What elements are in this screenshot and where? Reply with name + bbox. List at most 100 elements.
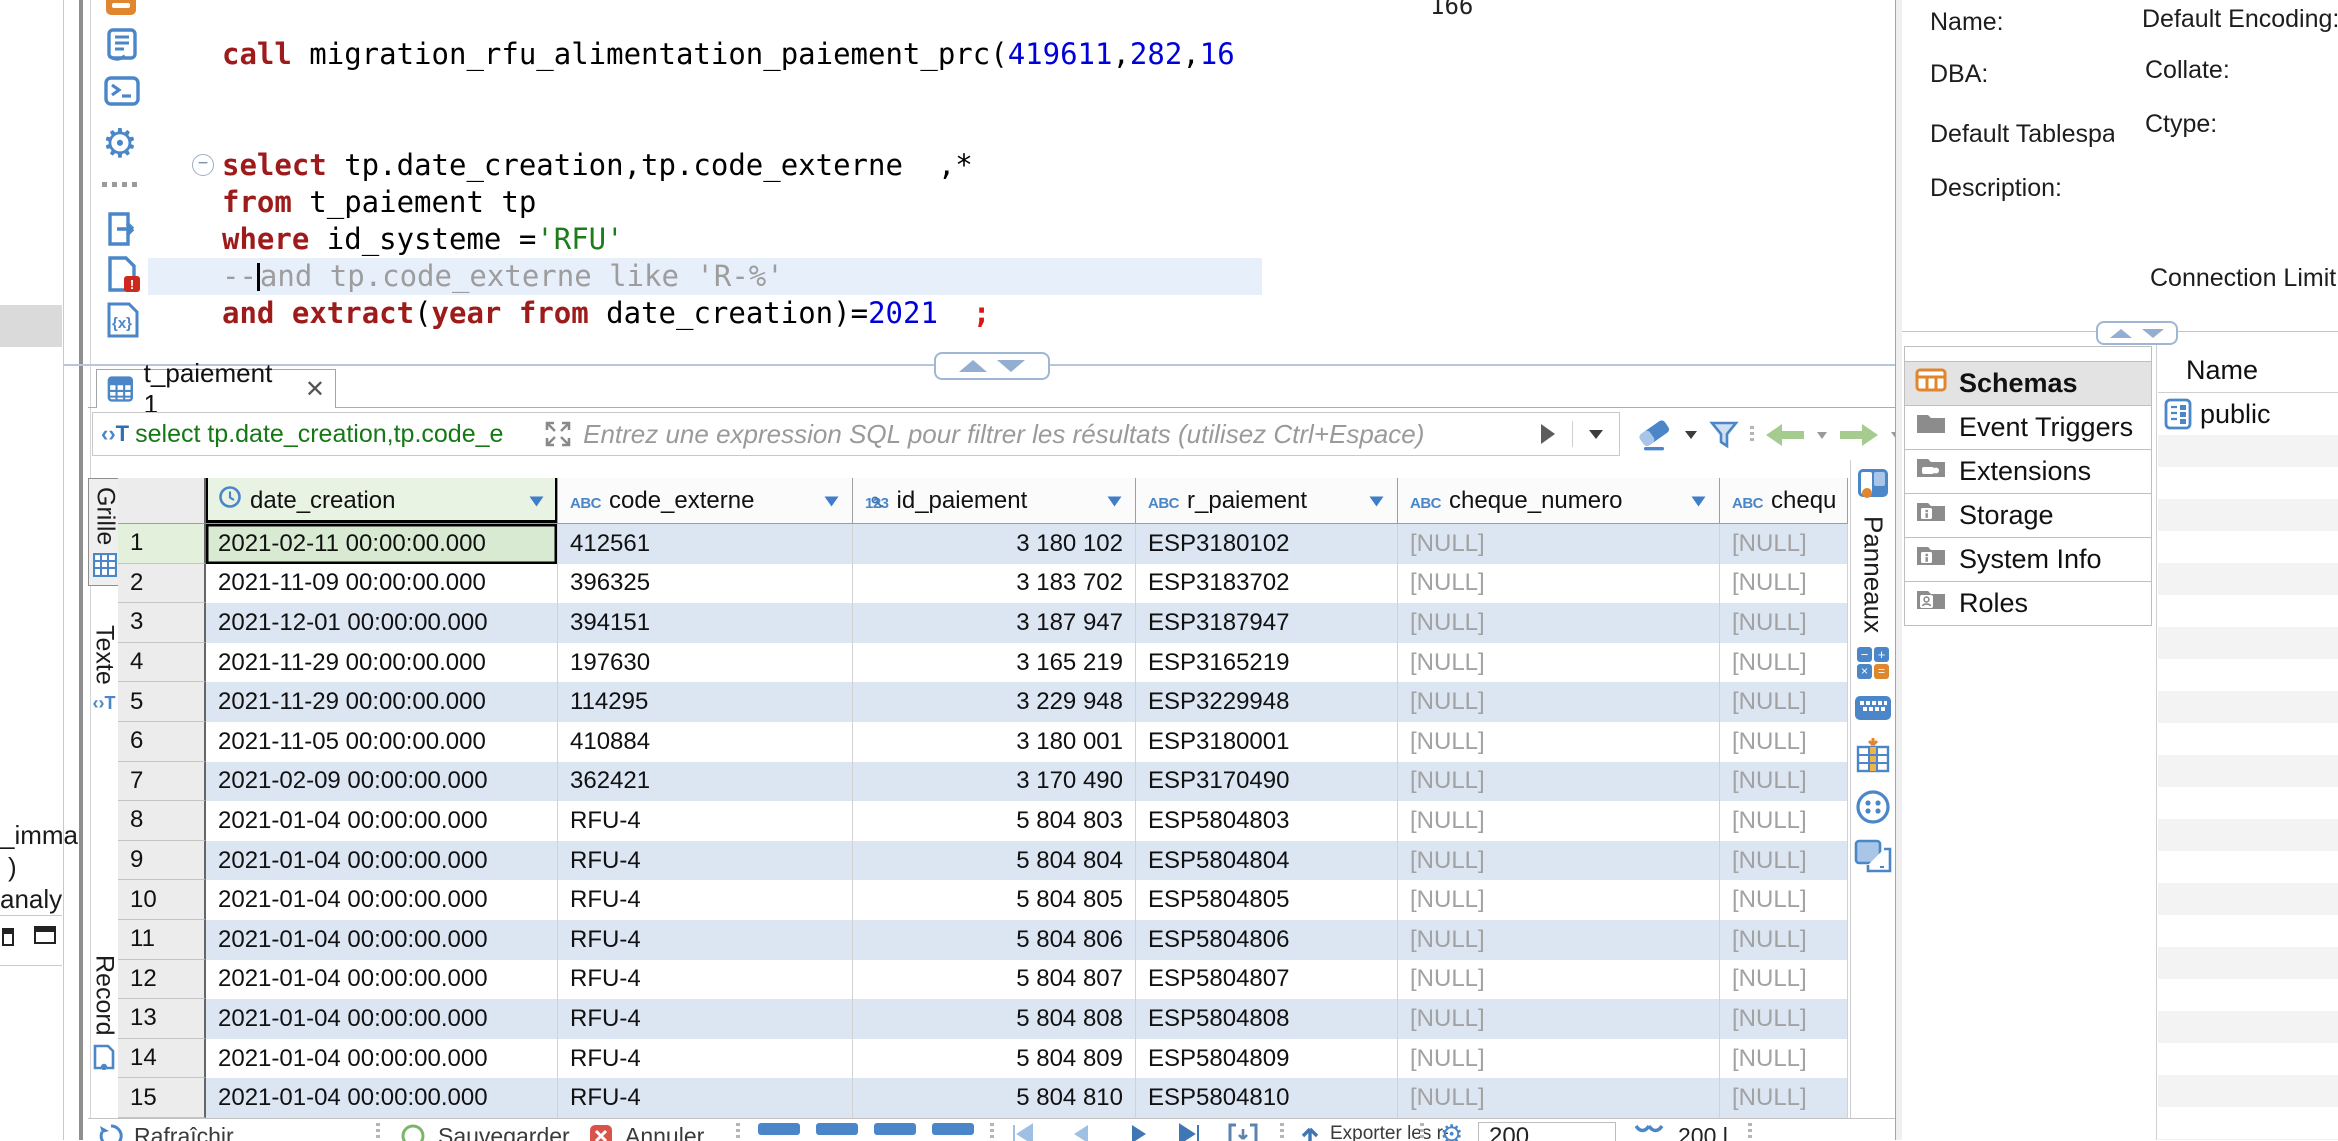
data-cell[interactable]: ESP3170490 [1136, 762, 1398, 802]
data-cell[interactable]: RFU-4 [558, 999, 853, 1039]
nav-item-roles[interactable]: Roles [1904, 581, 2152, 626]
data-cell[interactable]: 2021-01-04 00:00:00.000 [206, 841, 558, 881]
data-cell[interactable]: [NULL] [1398, 960, 1720, 1000]
data-cell[interactable]: [NULL] [1720, 603, 1848, 643]
sql-line[interactable]: and extract(year from date_creation)=202… [148, 295, 1608, 332]
data-cell[interactable]: [NULL] [1720, 722, 1848, 762]
data-cell[interactable]: RFU-4 [558, 920, 853, 960]
column-header-cheque_numero[interactable]: ABCcheque_numero [1398, 478, 1720, 524]
button-circle-icon[interactable] [1855, 789, 1891, 825]
overflow-dots-icon[interactable] [102, 182, 137, 187]
data-cell[interactable]: [NULL] [1398, 603, 1720, 643]
data-cell[interactable]: RFU-4 [558, 1078, 853, 1118]
sql-editor-lines[interactable]: call migration_rfu_alimentation_paiement… [148, 36, 1608, 332]
data-cell[interactable]: 396325 [558, 564, 853, 604]
table-row[interactable]: 102021-01-04 00:00:00.000RFU-45 804 805E… [118, 880, 1848, 920]
data-cell[interactable]: 2021-01-04 00:00:00.000 [206, 880, 558, 920]
data-cell[interactable]: 394151 [558, 603, 853, 643]
table-row[interactable]: 122021-01-04 00:00:00.000RFU-45 804 807E… [118, 960, 1848, 1000]
next-row-icon[interactable] [1128, 1123, 1150, 1141]
column-aggregate-icon[interactable] [1855, 737, 1891, 775]
data-cell[interactable]: [NULL] [1720, 682, 1848, 722]
data-cell[interactable]: 197630 [558, 643, 853, 683]
refresh-label[interactable]: Rafraîchir [134, 1123, 234, 1141]
export-result-icon[interactable] [104, 212, 140, 251]
nav-item-system-info[interactable]: System Info [1904, 537, 2152, 582]
nav-item-schemas[interactable]: Schemas [1904, 361, 2152, 406]
row-number-cell[interactable]: 9 [118, 841, 206, 881]
calculator-icon[interactable]: − + × = [1857, 647, 1889, 679]
data-cell[interactable]: [NULL] [1398, 762, 1720, 802]
row-number-cell[interactable]: 6 [118, 722, 206, 762]
data-cell[interactable]: [NULL] [1720, 1039, 1848, 1079]
apply-filter-play-icon[interactable] [1538, 422, 1558, 446]
data-cell[interactable]: 2021-11-05 00:00:00.000 [206, 722, 558, 762]
data-cell[interactable]: 2021-01-04 00:00:00.000 [206, 920, 558, 960]
refresh-icon[interactable] [98, 1123, 124, 1141]
row-number-cell[interactable]: 12 [118, 960, 206, 1000]
execute-statement-icon[interactable] [106, 0, 136, 15]
sql-line[interactable]: from t_paiement tp [148, 184, 1608, 221]
data-cell[interactable]: [NULL] [1398, 524, 1720, 564]
table-row[interactable]: 12021-02-11 00:00:00.0004125613 180 102E… [118, 524, 1848, 564]
fetch-settings-gear-icon[interactable]: ⚙ [1440, 1119, 1463, 1141]
sort-dropdown-icon[interactable] [1106, 487, 1123, 515]
data-cell[interactable]: 3 229 948 [853, 682, 1136, 722]
table-row[interactable]: 22021-11-09 00:00:00.0003963253 183 702E… [118, 564, 1848, 604]
sort-dropdown-icon[interactable] [1368, 487, 1385, 515]
row-number-cell[interactable]: 4 [118, 643, 206, 683]
nav-item-storage[interactable]: Storage [1904, 493, 2152, 538]
sql-line[interactable]: where id_systeme ='RFU' [148, 221, 1608, 258]
column-header-id_paiement[interactable]: 123id_paiement [853, 478, 1136, 524]
edit-button[interactable] [816, 1123, 858, 1135]
data-cell[interactable]: 3 170 490 [853, 762, 1136, 802]
result-filter-bar[interactable]: ‹›T select tp.date_creation,tp.code_e En… [92, 412, 1620, 456]
data-cell[interactable]: 3 165 219 [853, 643, 1136, 683]
row-number-cell[interactable]: 5 [118, 682, 206, 722]
fetch-next-arrow-icon[interactable] [1838, 422, 1880, 448]
document-error-icon[interactable]: ! [104, 256, 142, 297]
sql-line[interactable]: call migration_rfu_alimentation_paiement… [148, 36, 1608, 73]
data-cell[interactable]: [NULL] [1398, 564, 1720, 604]
sort-dropdown-icon[interactable] [823, 487, 840, 515]
data-cell[interactable]: 5 804 803 [853, 801, 1136, 841]
sql-line[interactable]: −select tp.date_creation,tp.code_externe… [148, 147, 1608, 184]
previous-row-icon[interactable] [1070, 1123, 1092, 1141]
table-row[interactable]: 62021-11-05 00:00:00.0004108843 180 001E… [118, 722, 1848, 762]
nav-item-extensions[interactable]: Extensions [1904, 449, 2152, 494]
column-header-r_paiement[interactable]: ABCr_paiement [1136, 478, 1398, 524]
cancel-label[interactable]: Annuler [625, 1123, 704, 1141]
splitter-handle[interactable] [934, 352, 1050, 380]
table-row[interactable]: 42021-11-29 00:00:00.0001976303 165 219E… [118, 643, 1848, 683]
sql-line[interactable]: --and tp.code_externe like 'R-%' [148, 258, 1262, 295]
data-cell[interactable]: 2021-01-04 00:00:00.000 [206, 1039, 558, 1079]
collapse-up-icon[interactable] [2110, 329, 2132, 338]
export-up-icon[interactable] [1300, 1123, 1320, 1141]
collapse-down-icon[interactable] [997, 360, 1025, 372]
data-cell[interactable]: [NULL] [1398, 722, 1720, 762]
data-cell[interactable]: ESP5804807 [1136, 960, 1398, 1000]
data-cell[interactable]: [NULL] [1720, 880, 1848, 920]
data-cell[interactable]: [NULL] [1720, 999, 1848, 1039]
collapse-down-icon[interactable] [2142, 329, 2164, 338]
sort-dropdown-icon[interactable] [1690, 487, 1707, 515]
chevron-down-icon[interactable] [1816, 431, 1828, 440]
table-row[interactable]: 152021-01-04 00:00:00.000RFU-45 804 810E… [118, 1078, 1848, 1118]
edit-button[interactable] [932, 1123, 974, 1135]
data-cell[interactable]: 2021-12-01 00:00:00.000 [206, 603, 558, 643]
data-cell[interactable]: 114295 [558, 682, 853, 722]
data-cell[interactable]: 5 804 808 [853, 999, 1136, 1039]
save-icon[interactable] [400, 1123, 426, 1141]
data-cell[interactable]: ESP3183702 [1136, 564, 1398, 604]
data-cell[interactable]: ESP3180001 [1136, 722, 1398, 762]
panels-gear-icon[interactable] [1855, 466, 1891, 502]
data-cell[interactable]: ESP5804808 [1136, 999, 1398, 1039]
row-number-cell[interactable]: 13 [118, 999, 206, 1039]
keyboard-icon[interactable] [1854, 693, 1892, 723]
data-cell[interactable]: [NULL] [1720, 960, 1848, 1000]
result-tab-t-paiement-1[interactable]: t_paiement 1 ✕ [96, 369, 336, 408]
data-cell[interactable]: 2021-01-04 00:00:00.000 [206, 999, 558, 1039]
column-header-code_externe[interactable]: ABCcode_externe [558, 478, 853, 524]
row-number-cell[interactable]: 15 [118, 1078, 206, 1118]
data-cell[interactable]: 2021-11-29 00:00:00.000 [206, 643, 558, 683]
